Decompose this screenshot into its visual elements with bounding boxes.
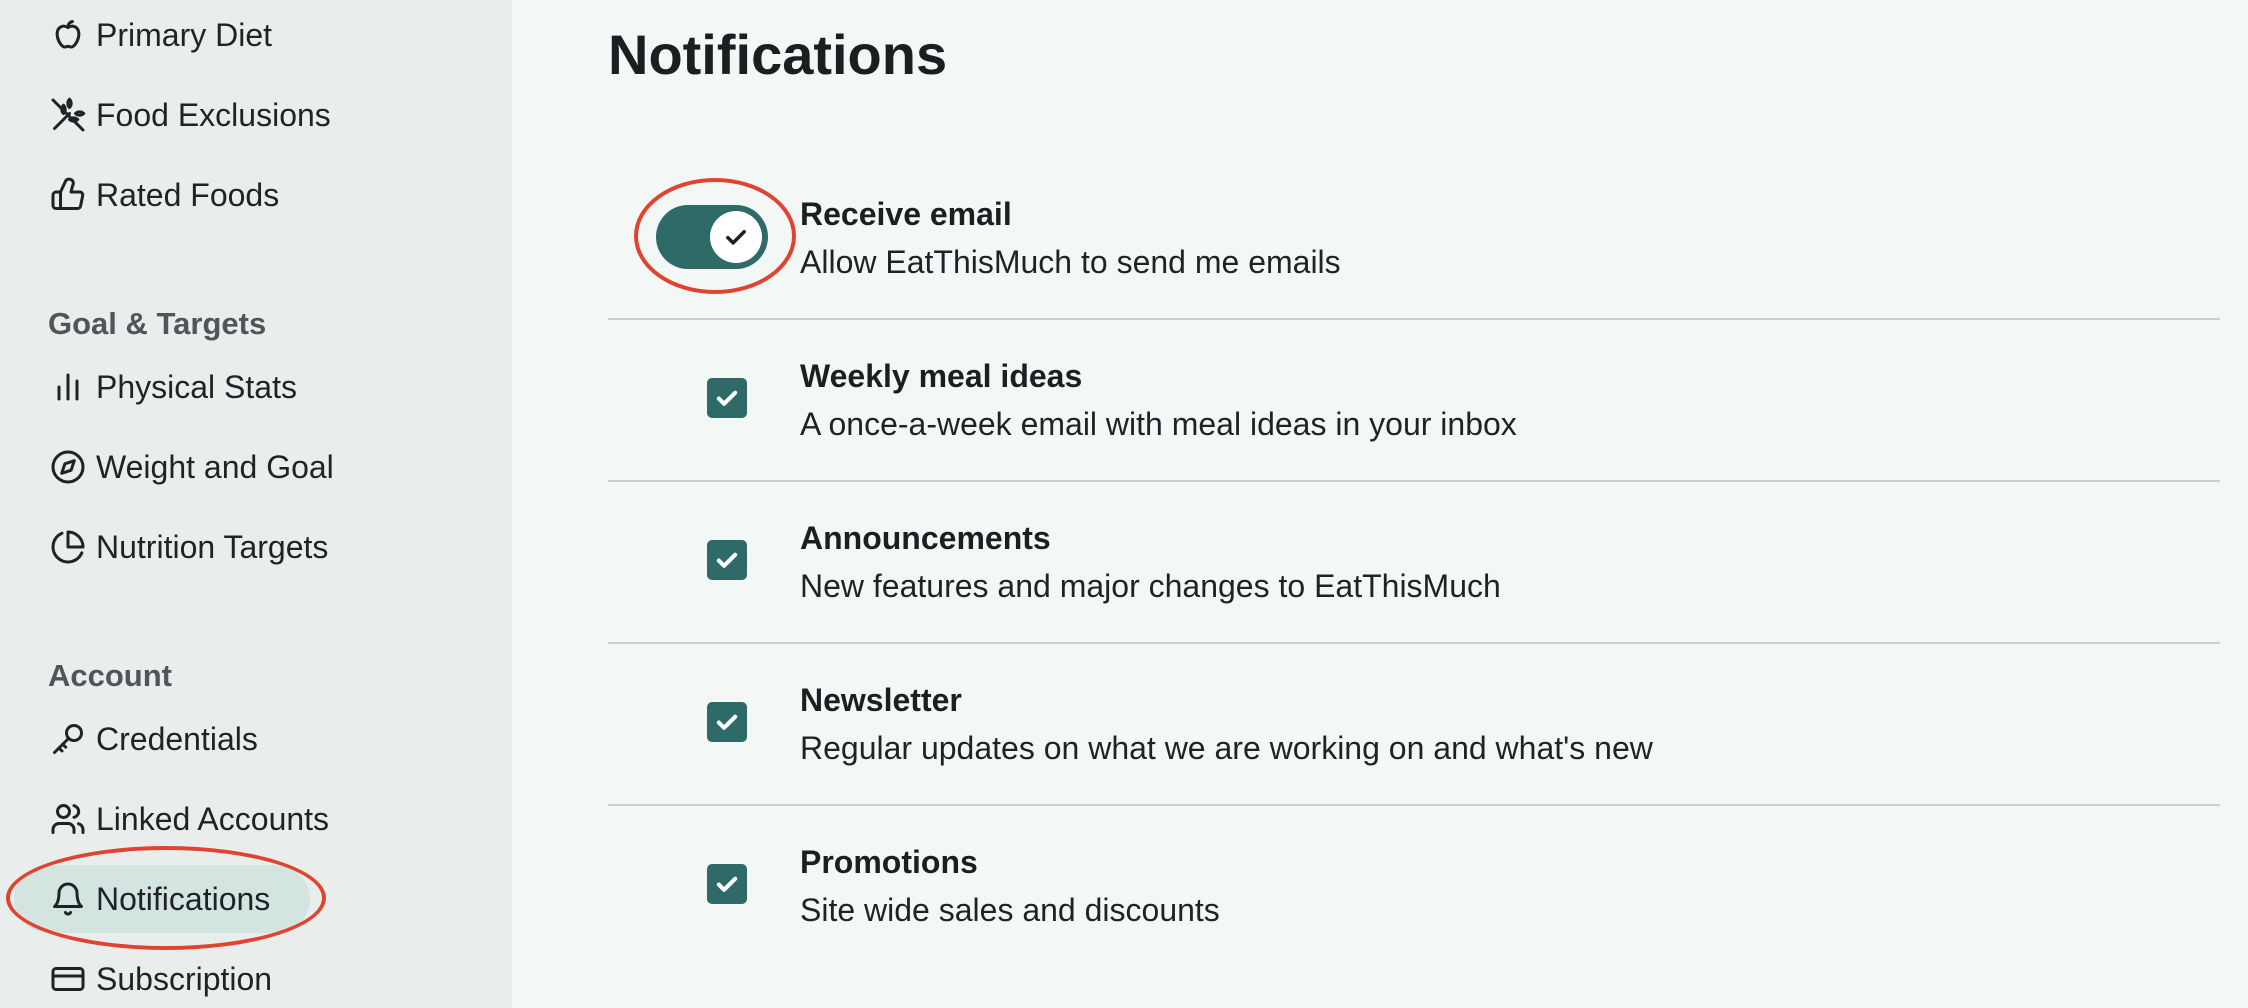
promotions-checkbox[interactable] [707,864,747,904]
receive-email-row: Receive email Allow EatThisMuch to send … [608,158,2220,320]
check-icon [716,390,738,406]
weekly-meal-ideas-checkbox[interactable] [707,378,747,418]
option-title: Newsletter [800,682,962,718]
section-title-goal-targets: Goal & Targets [48,306,267,341]
option-row-announcements: Announcements New features and major cha… [608,482,2220,644]
option-description: Regular updates on what we are working o… [800,730,1653,766]
receive-email-toggle[interactable] [656,205,768,269]
thumbs-up-icon [48,175,88,215]
bell-icon [48,879,88,919]
section-title-account: Account [48,658,172,693]
newsletter-checkbox[interactable] [707,702,747,742]
wheat-off-icon [48,95,88,135]
receive-email-description: Allow EatThisMuch to send me emails [800,244,1341,280]
sidebar-item-label: Primary Diet [96,16,273,53]
option-row-promotions: Promotions Site wide sales and discounts [608,806,2220,968]
sidebar-item-label: Linked Accounts [96,800,330,837]
sidebar: Primary Diet Food Exclusions Rated Foods… [0,0,512,1008]
apple-icon [48,15,88,55]
credit-card-icon [48,959,88,999]
option-title: Announcements [800,520,1051,556]
sidebar-item-food-exclusions[interactable]: Food Exclusions [0,84,500,146]
sidebar-item-nutrition-targets[interactable]: Nutrition Targets [0,516,500,578]
users-icon [48,799,88,839]
check-icon [726,230,746,245]
sidebar-item-primary-diet[interactable]: Primary Diet [0,4,500,66]
check-icon [716,876,738,892]
key-icon [48,719,88,759]
sidebar-item-weight-and-goal[interactable]: Weight and Goal [0,436,500,498]
toggle-knob [710,211,762,263]
announcements-checkbox[interactable] [707,540,747,580]
option-description: New features and major changes to EatThi… [800,568,1501,604]
option-title: Promotions [800,844,978,880]
sidebar-item-rated-foods[interactable]: Rated Foods [0,164,500,226]
sidebar-item-subscription[interactable]: Subscription [0,948,500,1008]
sidebar-item-label: Nutrition Targets [96,528,329,565]
sidebar-item-label: Food Exclusions [96,96,331,133]
option-row-newsletter: Newsletter Regular updates on what we ar… [608,644,2220,806]
sidebar-item-physical-stats[interactable]: Physical Stats [0,356,500,418]
app: Primary Diet Food Exclusions Rated Foods… [0,0,2248,1008]
sidebar-item-label: Weight and Goal [96,448,334,485]
sidebar-item-label: Subscription [96,960,273,997]
sidebar-item-label: Credentials [96,720,258,757]
bar-chart-icon [48,367,88,407]
option-description: A once-a-week email with meal ideas in y… [800,406,1517,442]
sidebar-item-label: Notifications [96,880,271,917]
main-content: Notifications Receive email Allow EatThi… [512,0,2248,1008]
compass-icon [48,447,88,487]
check-icon [716,552,738,568]
sidebar-item-credentials[interactable]: Credentials [0,708,500,770]
option-title: Weekly meal ideas [800,358,1083,394]
sidebar-item-label: Rated Foods [96,176,280,213]
check-icon [716,714,738,730]
receive-email-title: Receive email [800,196,1012,232]
option-description: Site wide sales and discounts [800,892,1220,928]
sidebar-item-notifications[interactable]: Notifications [0,865,500,933]
page-title: Notifications [608,23,948,86]
option-row-weekly-meal-ideas: Weekly meal ideas A once-a-week email wi… [608,320,2220,482]
pie-chart-icon [48,527,88,567]
sidebar-item-label: Physical Stats [96,368,297,405]
sidebar-item-linked-accounts[interactable]: Linked Accounts [0,788,500,850]
